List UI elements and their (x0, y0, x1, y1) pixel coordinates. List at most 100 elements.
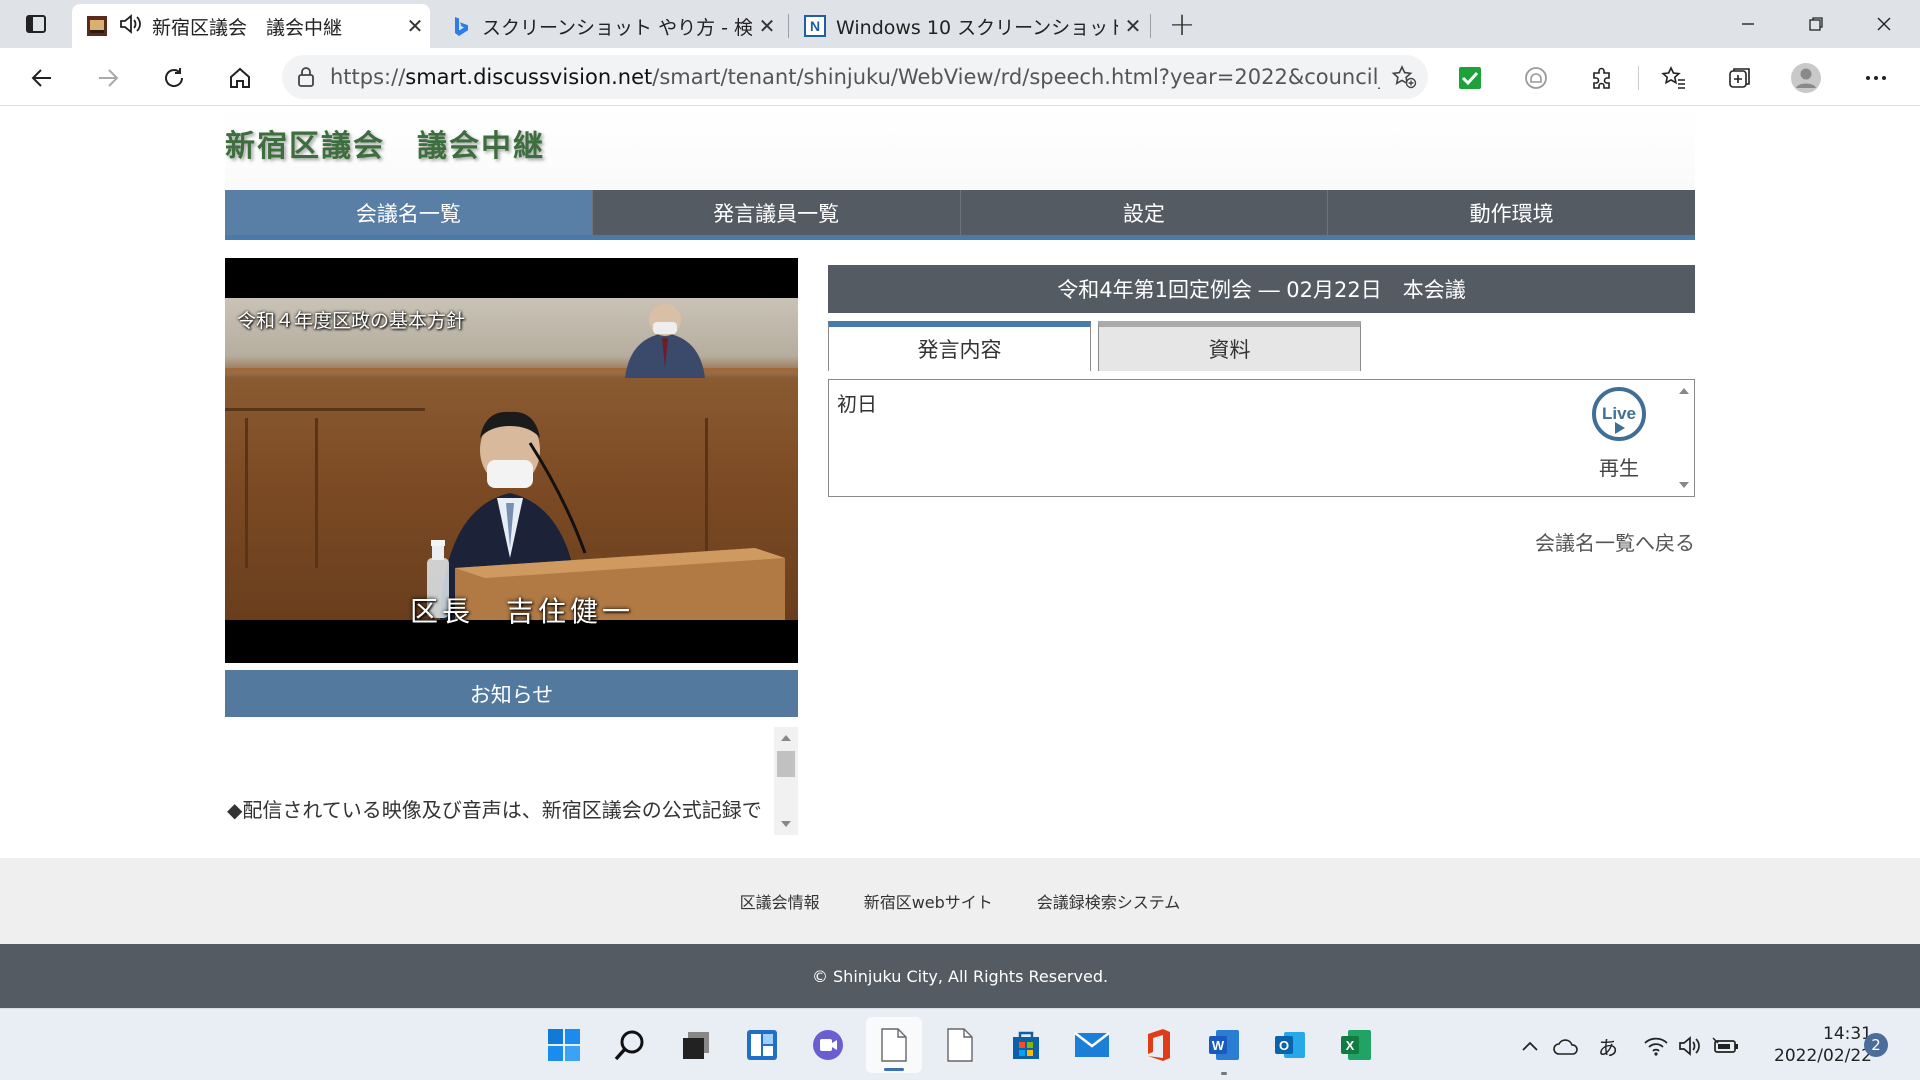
url-host: smart.discussvision.net (405, 65, 653, 89)
footer-links: 区議会情報 新宿区webサイト 会議録検索システム (0, 858, 1920, 944)
footer-link-council-info[interactable]: 区議会情報 (740, 889, 820, 913)
task-view-icon[interactable] (676, 1025, 716, 1065)
panel-line (705, 418, 708, 568)
start-icon[interactable] (544, 1025, 584, 1065)
home-icon[interactable] (222, 60, 258, 96)
onedrive-icon[interactable] (1552, 1033, 1580, 1059)
teams-chat-icon[interactable] (808, 1025, 848, 1065)
close-tab-icon[interactable]: ✕ (400, 14, 430, 38)
back-icon[interactable] (24, 60, 60, 96)
scroll-thumb[interactable] (777, 751, 795, 777)
browser-toolbar: https://smart.discussvision.net/smart/te… (0, 48, 1920, 106)
svg-text:N: N (810, 18, 820, 34)
show-hidden-icons-icon[interactable] (1516, 1033, 1544, 1059)
active-indicator (884, 1068, 904, 1071)
tab-shinjuku[interactable]: 新宿区議会 議会中継 ✕ (72, 4, 430, 48)
close-window-button[interactable] (1852, 0, 1916, 48)
live-play-button[interactable]: Live 再生 (1584, 386, 1654, 481)
close-tab-icon[interactable]: ✕ (752, 14, 782, 38)
word-icon[interactable]: W (1204, 1025, 1244, 1075)
notice-scrollbar[interactable] (774, 727, 798, 835)
site-logo[interactable]: 新宿区議会 議会中継 (225, 121, 545, 165)
collections-icon[interactable] (1722, 60, 1758, 96)
restore-button[interactable] (1784, 0, 1848, 48)
speaker-name: 区長 吉住健一 (410, 595, 635, 628)
search-icon[interactable] (610, 1025, 650, 1065)
audio-icon[interactable] (118, 13, 142, 40)
notion-icon: N (804, 15, 826, 37)
favorites-icon[interactable] (1656, 60, 1692, 96)
wifi-icon[interactable] (1642, 1033, 1670, 1059)
puzzle-icon[interactable] (1584, 60, 1620, 96)
shinjuku-icon (86, 15, 108, 37)
notice-heading: お知らせ (225, 670, 798, 717)
speech-scrollbar[interactable] (1674, 380, 1694, 496)
file-app-active[interactable] (866, 1017, 922, 1073)
new-tab-button[interactable]: + (1160, 4, 1204, 44)
speech-list: 初日 Live 再生 (828, 379, 1695, 497)
mail-icon[interactable] (1072, 1025, 1112, 1065)
system-clock[interactable]: 14:31 2022/02/22 (1760, 1023, 1872, 1067)
back-to-meeting-list-link[interactable]: 会議名一覧へ戻る (1535, 527, 1695, 556)
tab-actions-icon[interactable] (14, 10, 58, 38)
svg-text:W: W (1212, 1038, 1225, 1053)
address-bar[interactable]: https://smart.discussvision.net/smart/te… (282, 55, 1428, 99)
notice-panel[interactable]: ◆配信されている映像及び音声は、新宿区議会の公式記録ではありません。 (225, 727, 798, 835)
windows-taskbar: W O X あ 14:31 2022/02/22 2 (0, 1008, 1920, 1080)
notification-badge[interactable]: 2 (1864, 1033, 1888, 1057)
tab-title: スクリーンショット やり方 - 検索 (482, 16, 752, 39)
video-frame (225, 298, 798, 620)
refresh-icon[interactable] (156, 60, 192, 96)
forward-icon[interactable] (90, 60, 126, 96)
web-page: 新宿区議会 議会中継 会議名一覧 発言議員一覧 設定 動作環境 令和４年度区政の… (0, 107, 1920, 1008)
ime-indicator[interactable]: あ (1594, 1033, 1622, 1060)
clock-time: 14:31 (1823, 1024, 1872, 1044)
tab-windows-screenshot[interactable]: N Windows 10 スクリーンショットを撮る ✕ (790, 4, 1148, 48)
widgets-icon[interactable] (742, 1025, 782, 1065)
panel-line (245, 418, 248, 568)
profile-avatar-icon[interactable] (1788, 60, 1824, 96)
battery-icon[interactable] (1712, 1033, 1740, 1059)
tab-separator (1150, 14, 1151, 38)
footer-link-minutes-search[interactable]: 会議録検索システム (1037, 889, 1181, 913)
checkmark-extension-icon[interactable] (1452, 60, 1488, 96)
live-icon: Live (1592, 387, 1646, 441)
speech-item[interactable]: 初日 (837, 388, 877, 417)
scroll-up-icon[interactable] (781, 735, 791, 741)
minimize-button[interactable] (1716, 0, 1780, 48)
nav-settings[interactable]: 設定 (959, 190, 1328, 235)
tab-materials[interactable]: 資料 (1098, 321, 1361, 371)
footer-link-shinjuku-website[interactable]: 新宿区webサイト (864, 889, 993, 913)
excel-icon[interactable]: X (1336, 1025, 1376, 1065)
lock-icon[interactable] (282, 66, 330, 88)
content-tabs: 発言内容 資料 (828, 321, 1695, 371)
microphone (528, 442, 587, 554)
tab-bing-search[interactable]: スクリーンショット やり方 - 検索 ✕ (436, 4, 782, 48)
toolbar-divider (1638, 66, 1639, 90)
microsoft-store-icon[interactable] (1006, 1025, 1046, 1065)
copyright: © Shinjuku City, All Rights Reserved. (0, 944, 1920, 1008)
outlook-icon[interactable]: O (1270, 1025, 1310, 1065)
scroll-down-icon[interactable] (781, 821, 791, 827)
video-player[interactable]: 令和４年度区政の基本方針 区長 吉住健一 (225, 258, 798, 663)
bing-icon (450, 15, 472, 37)
office-icon[interactable] (1138, 1025, 1178, 1065)
nav-meeting-list[interactable]: 会議名一覧 (225, 190, 592, 235)
play-label: 再生 (1599, 456, 1639, 480)
tab-speech-content[interactable]: 発言内容 (828, 321, 1091, 371)
meeting-title: 令和4年第1回定例会 ― 02月22日 本会議 (828, 265, 1695, 313)
scroll-down-icon[interactable] (1679, 482, 1689, 488)
nav-environment[interactable]: 動作環境 (1327, 190, 1695, 235)
url-path: /smart/tenant/shinjuku/WebView/rd/speech… (652, 65, 1380, 89)
nav-speaker-list[interactable]: 発言議員一覧 (591, 190, 960, 235)
clock-date: 2022/02/22 (1774, 1046, 1872, 1066)
extension-icon[interactable] (1518, 60, 1554, 96)
close-tab-icon[interactable]: ✕ (1118, 14, 1148, 38)
scroll-up-icon[interactable] (1679, 388, 1689, 394)
more-menu-icon[interactable] (1858, 60, 1894, 96)
volume-icon[interactable] (1676, 1033, 1704, 1059)
background-person (625, 304, 705, 378)
add-favorite-icon[interactable] (1380, 65, 1428, 89)
file-icon[interactable] (940, 1025, 980, 1065)
url-text[interactable]: https://smart.discussvision.net/smart/te… (330, 65, 1380, 89)
